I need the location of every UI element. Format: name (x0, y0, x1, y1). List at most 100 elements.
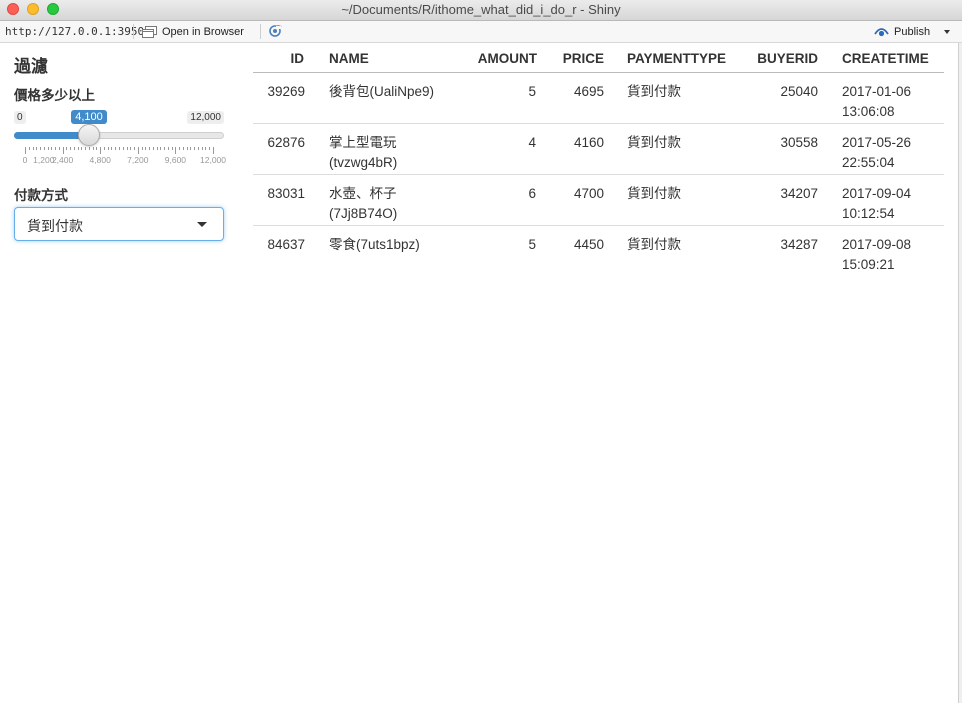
column-header-name[interactable]: NAME (329, 51, 369, 66)
window-title: ~/Documents/R/ithome_what_did_i_do_r - S… (341, 2, 621, 17)
cell-id: 84637 (267, 237, 305, 252)
cell-id: 83031 (267, 186, 305, 201)
slider-tick (201, 147, 203, 150)
refresh-icon[interactable] (268, 24, 282, 38)
column-header-createtime[interactable]: CREATETIME (842, 51, 929, 66)
slider-tick (70, 147, 72, 150)
slider-tick (40, 147, 42, 150)
sidebar-title: 過濾 (14, 57, 48, 76)
slider-tick (107, 147, 109, 150)
slider-tick (119, 147, 120, 150)
column-header-id[interactable]: ID (291, 51, 305, 66)
slider-tick (62, 147, 64, 154)
slider-tick (28, 147, 30, 150)
slider-tick (85, 147, 87, 150)
table-row[interactable]: 62876 掌上型電玩 (tvzwg4bR) 4 4160 貨到付款 30558 … (253, 124, 944, 175)
cell-buyerid: 25040 (780, 84, 818, 99)
slider-max-label: 12,000 (187, 111, 224, 124)
slider-grid: 0 1,200 2,400 4,800 7,200 9,600 12,000 (14, 147, 226, 171)
cell-createtime: 2017-05-26 22:55:04 (842, 133, 911, 173)
price-slider[interactable]: 0 12,000 4,100 0 1,200 2,400 4,800 7,200 9,60… (14, 110, 226, 171)
cell-createtime-date: 2017-01-06 (842, 84, 912, 99)
slider-tick (175, 147, 177, 154)
slider-tick (88, 147, 90, 150)
window-titlebar: ~/Documents/R/ithome_what_did_i_do_r - S… (0, 0, 962, 21)
slider-tick (73, 147, 75, 150)
cell-name-line1: 掌上型電玩 (329, 135, 397, 150)
slider-tick (36, 147, 38, 150)
payment-type-select[interactable]: 貨到付款 (14, 207, 224, 241)
table-row[interactable]: 84637 零食(7uts1bpz) 5 4450 貨到付款 34287 201… (253, 226, 944, 277)
publish-button[interactable]: Publish (874, 23, 930, 40)
column-header-price[interactable]: PRICE (563, 51, 604, 66)
table-row[interactable]: 83031 水壺、杯子 (7Jj8B74O) 6 4700 貨到付款 34207 … (253, 175, 944, 226)
cell-id: 62876 (267, 135, 305, 150)
slider-tick (115, 147, 117, 150)
slider-tick (66, 147, 68, 150)
cell-name-line1: 水壺、杯子 (329, 186, 397, 201)
cell-createtime-time: 10:12:54 (842, 206, 895, 221)
column-header-amount[interactable]: AMOUNT (478, 51, 537, 66)
cell-paymenttype: 貨到付款 (627, 186, 681, 201)
slider-tick (77, 147, 79, 150)
slider-tick (111, 147, 113, 150)
cell-name-line1: 後背包(UaliNpe9) (329, 84, 435, 99)
cell-name: 後背包(UaliNpe9) (329, 82, 434, 102)
slider-tick (81, 147, 83, 150)
publish-dropdown-chevron-icon[interactable] (944, 30, 950, 34)
slider-tick (156, 147, 158, 150)
slider-tick-label: 0 (22, 155, 28, 165)
slider-tick (100, 147, 102, 154)
slider-tick (51, 147, 53, 150)
open-in-browser-button[interactable]: Open in Browser (142, 23, 244, 40)
cell-name-line1: 零食(7uts1bpz) (329, 237, 420, 252)
slider-tick (103, 147, 105, 150)
column-header-buyerid[interactable]: BUYERID (757, 51, 818, 66)
cell-createtime-time: 22:55:04 (842, 155, 895, 170)
slider-tick (25, 147, 26, 154)
slider-tick-label: 7,200 (127, 155, 149, 165)
cell-createtime: 2017-09-04 10:12:54 (842, 184, 911, 224)
slider-tick-label: 9,600 (164, 155, 187, 165)
table-row[interactable]: 39269 後背包(UaliNpe9) 5 4695 貨到付款 25040 20… (253, 73, 944, 124)
slider-tick (137, 147, 139, 154)
cell-paymenttype: 貨到付款 (627, 84, 681, 99)
slider-tick (145, 147, 147, 150)
column-header-paymenttype[interactable]: PAYMENTTYPE (627, 51, 726, 66)
slider-tick (58, 147, 60, 150)
slider-tick-label: 12,000 (200, 155, 226, 165)
chevron-down-icon (197, 222, 207, 227)
cell-name-line2: (tvzwg4bR) (329, 155, 398, 170)
cell-price: 4450 (573, 237, 604, 252)
cell-price: 4700 (573, 186, 604, 201)
slider-handle[interactable] (78, 124, 101, 146)
slider-value-label: 4,100 (71, 110, 107, 124)
slider-tick (122, 147, 124, 150)
slider-tick (134, 147, 136, 150)
slider-tick (164, 147, 166, 150)
slider-tick (197, 147, 199, 150)
slider-tick (190, 147, 192, 150)
cell-createtime: 2017-09-08 15:09:21 (842, 235, 911, 275)
slider-tick (92, 147, 94, 150)
cell-createtime-date: 2017-09-04 (842, 186, 912, 201)
cell-createtime-time: 13:06:08 (842, 104, 895, 119)
slider-tick (205, 147, 207, 150)
slider-tick (130, 147, 132, 150)
payment-filter-label: 付款方式 (14, 188, 68, 203)
slider-tick (182, 147, 184, 150)
toolbar-divider (133, 24, 134, 39)
cell-createtime-date: 2017-09-08 (842, 237, 912, 252)
cell-paymenttype: 貨到付款 (627, 237, 681, 252)
browser-window-icon (142, 25, 157, 38)
publish-label: Publish (894, 25, 931, 38)
cell-createtime-date: 2017-05-26 (842, 135, 912, 150)
slider-tick (179, 147, 181, 150)
slider-tick-label: 2,400 (51, 155, 74, 165)
slider-tick (213, 147, 214, 154)
cell-createtime: 2017-01-06 13:06:08 (842, 82, 911, 122)
slider-tick (152, 147, 154, 150)
slider-tick (141, 147, 143, 150)
cell-amount: 5 (528, 237, 536, 252)
slider-tick (32, 147, 34, 150)
